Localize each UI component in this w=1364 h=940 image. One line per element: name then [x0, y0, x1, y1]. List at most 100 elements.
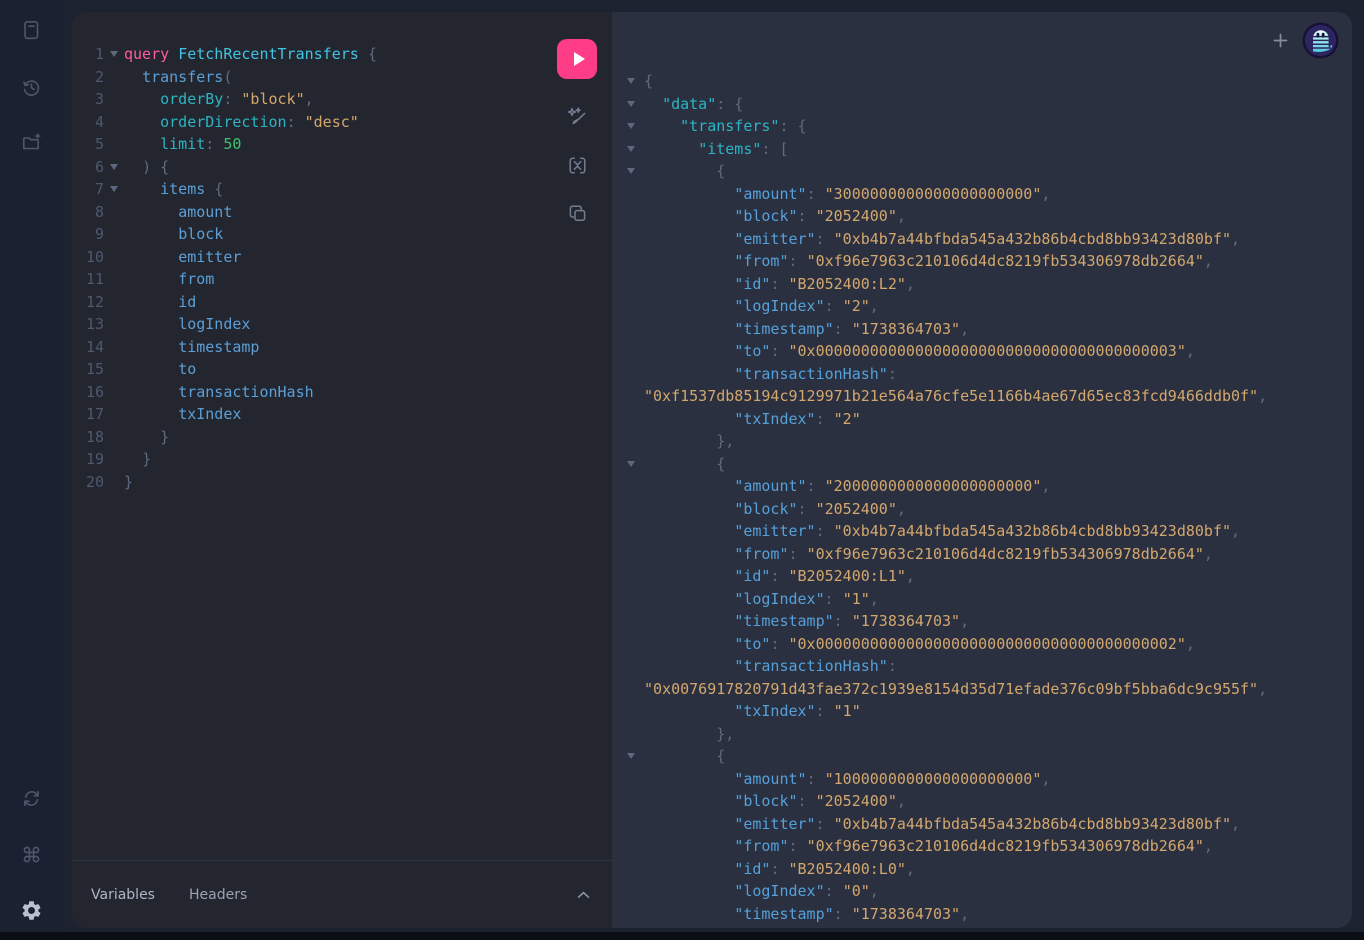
fold-toggle[interactable] — [627, 160, 644, 183]
query-line[interactable]: 5 limit: 50 — [80, 133, 548, 156]
json-text: }, — [644, 430, 1352, 453]
json-text: "logIndex": "1", — [644, 588, 1352, 611]
query-line[interactable]: 11 from — [80, 268, 548, 291]
query-line[interactable]: 20} — [80, 471, 548, 494]
fold-gutter — [627, 880, 644, 903]
response-line: "data": { — [612, 93, 1352, 116]
response-line: "block": "2052400", — [612, 498, 1352, 521]
json-text: "logIndex": "0", — [644, 880, 1352, 903]
chevron-up-icon[interactable] — [576, 890, 590, 900]
line-number: 20 — [80, 471, 104, 494]
ghostgraph-ghost-logo[interactable] — [1302, 22, 1339, 59]
fold-gutter — [104, 448, 124, 471]
fold-gutter — [627, 633, 644, 656]
fold-gutter — [104, 426, 124, 449]
fold-toggle[interactable] — [627, 70, 644, 93]
json-text: "transactionHash": "0x0076917820791d43fa… — [644, 655, 1352, 700]
merge-fragments-icon[interactable] — [566, 154, 588, 176]
query-line[interactable]: 2 transfers( — [80, 66, 548, 89]
response-line: "id": "B2052400:L0", — [612, 858, 1352, 881]
fold-toggle[interactable] — [627, 453, 644, 476]
query-line[interactable]: 10 emitter — [80, 246, 548, 269]
folder-add-icon[interactable] — [18, 129, 44, 155]
ghostgraph-graphiql-app: { "colors":{ "accent_pink":"#ff3d87","ke… — [0, 0, 1364, 940]
editor-toolbar — [557, 106, 597, 224]
plus-icon[interactable] — [1269, 30, 1291, 52]
query-line[interactable]: 8 amount — [80, 201, 548, 224]
response-line: "logIndex": "0", — [612, 880, 1352, 903]
keyboard-shortcuts-icon[interactable] — [18, 841, 44, 867]
query-line[interactable]: 9 block — [80, 223, 548, 246]
tab-headers[interactable]: Headers — [189, 887, 247, 903]
json-text: "items": [ — [644, 138, 1352, 161]
response-line: "amount": "1000000000000000000000", — [612, 768, 1352, 791]
response-line: "transactionHash": "0xf1537db85194c91299… — [612, 363, 1352, 408]
query-line[interactable]: 6 ) { — [80, 156, 548, 179]
fold-gutter — [627, 318, 644, 341]
history-icon[interactable] — [18, 74, 44, 100]
query-line[interactable]: 19 } — [80, 448, 548, 471]
query-editor[interactable]: 1query FetchRecentTransfers {2 transfers… — [80, 43, 548, 493]
code-text: id — [124, 291, 196, 314]
fold-toggle[interactable] — [627, 115, 644, 138]
query-editor-pane: 1query FetchRecentTransfers {2 transfers… — [72, 12, 612, 928]
line-number: 18 — [80, 426, 104, 449]
query-line[interactable]: 13 logIndex — [80, 313, 548, 336]
line-number: 12 — [80, 291, 104, 314]
query-line[interactable]: 4 orderDirection: "desc" — [80, 111, 548, 134]
query-line[interactable]: 12 id — [80, 291, 548, 314]
fold-toggle[interactable] — [627, 138, 644, 161]
response-line: "block": "2052400", — [612, 790, 1352, 813]
json-text: "data": { — [644, 93, 1352, 116]
copy-query-icon[interactable] — [566, 202, 588, 224]
prettify-icon[interactable] — [566, 106, 588, 128]
response-line: "to": "0x0000000000000000000000000000000… — [612, 340, 1352, 363]
fold-gutter — [104, 201, 124, 224]
fold-gutter — [627, 183, 644, 206]
json-text: "block": "2052400", — [644, 790, 1352, 813]
fold-gutter — [627, 790, 644, 813]
code-text: block — [124, 223, 223, 246]
query-line[interactable]: 18 } — [80, 426, 548, 449]
query-line[interactable]: 1query FetchRecentTransfers { — [80, 43, 548, 66]
execute-query-button[interactable] — [557, 39, 597, 79]
json-text: "id": "B2052400:L0", — [644, 858, 1352, 881]
json-text: "from": "0xf96e7963c210106d4dc8219fb5343… — [644, 835, 1352, 858]
response-line: "timestamp": "1738364703", — [612, 318, 1352, 341]
fold-gutter — [104, 88, 124, 111]
response-line: "from": "0xf96e7963c210106d4dc8219fb5343… — [612, 250, 1352, 273]
settings-gear-icon[interactable] — [18, 897, 44, 923]
docs-icon[interactable] — [18, 17, 44, 43]
fold-toggle[interactable] — [104, 178, 124, 201]
response-line: { — [612, 453, 1352, 476]
refetch-schema-icon[interactable] — [18, 785, 44, 811]
fold-toggle[interactable] — [104, 43, 124, 66]
json-text: "amount": "2000000000000000000000", — [644, 475, 1352, 498]
fold-toggle[interactable] — [627, 745, 644, 768]
fold-toggle[interactable] — [104, 156, 124, 179]
json-text: "id": "B2052400:L2", — [644, 273, 1352, 296]
query-line[interactable]: 14 timestamp — [80, 336, 548, 359]
line-number: 17 — [80, 403, 104, 426]
query-line[interactable]: 17 txIndex — [80, 403, 548, 426]
line-number: 4 — [80, 111, 104, 134]
json-text: "emitter": "0xb4b7a44bfbda545a432b86b4cb… — [644, 813, 1352, 836]
line-number: 2 — [80, 66, 104, 89]
response-line: "txIndex": "2" — [612, 408, 1352, 431]
code-text: orderDirection: "desc" — [124, 111, 359, 134]
query-line[interactable]: 3 orderBy: "block", — [80, 88, 548, 111]
query-line[interactable]: 7 items { — [80, 178, 548, 201]
query-line[interactable]: 16 transactionHash — [80, 381, 548, 404]
json-text: "to": "0x0000000000000000000000000000000… — [644, 633, 1352, 656]
response-line: "block": "2052400", — [612, 205, 1352, 228]
fold-toggle[interactable] — [627, 93, 644, 116]
line-number: 19 — [80, 448, 104, 471]
query-line[interactable]: 15 to — [80, 358, 548, 381]
line-number: 7 — [80, 178, 104, 201]
json-text: { — [644, 453, 1352, 476]
response-line: "timestamp": "1738364703", — [612, 610, 1352, 633]
tab-variables[interactable]: Variables — [91, 887, 155, 903]
fold-gutter — [104, 358, 124, 381]
response-viewer[interactable]: { "data": { "transfers": { "items": [ { … — [612, 70, 1352, 925]
response-line: }, — [612, 723, 1352, 746]
